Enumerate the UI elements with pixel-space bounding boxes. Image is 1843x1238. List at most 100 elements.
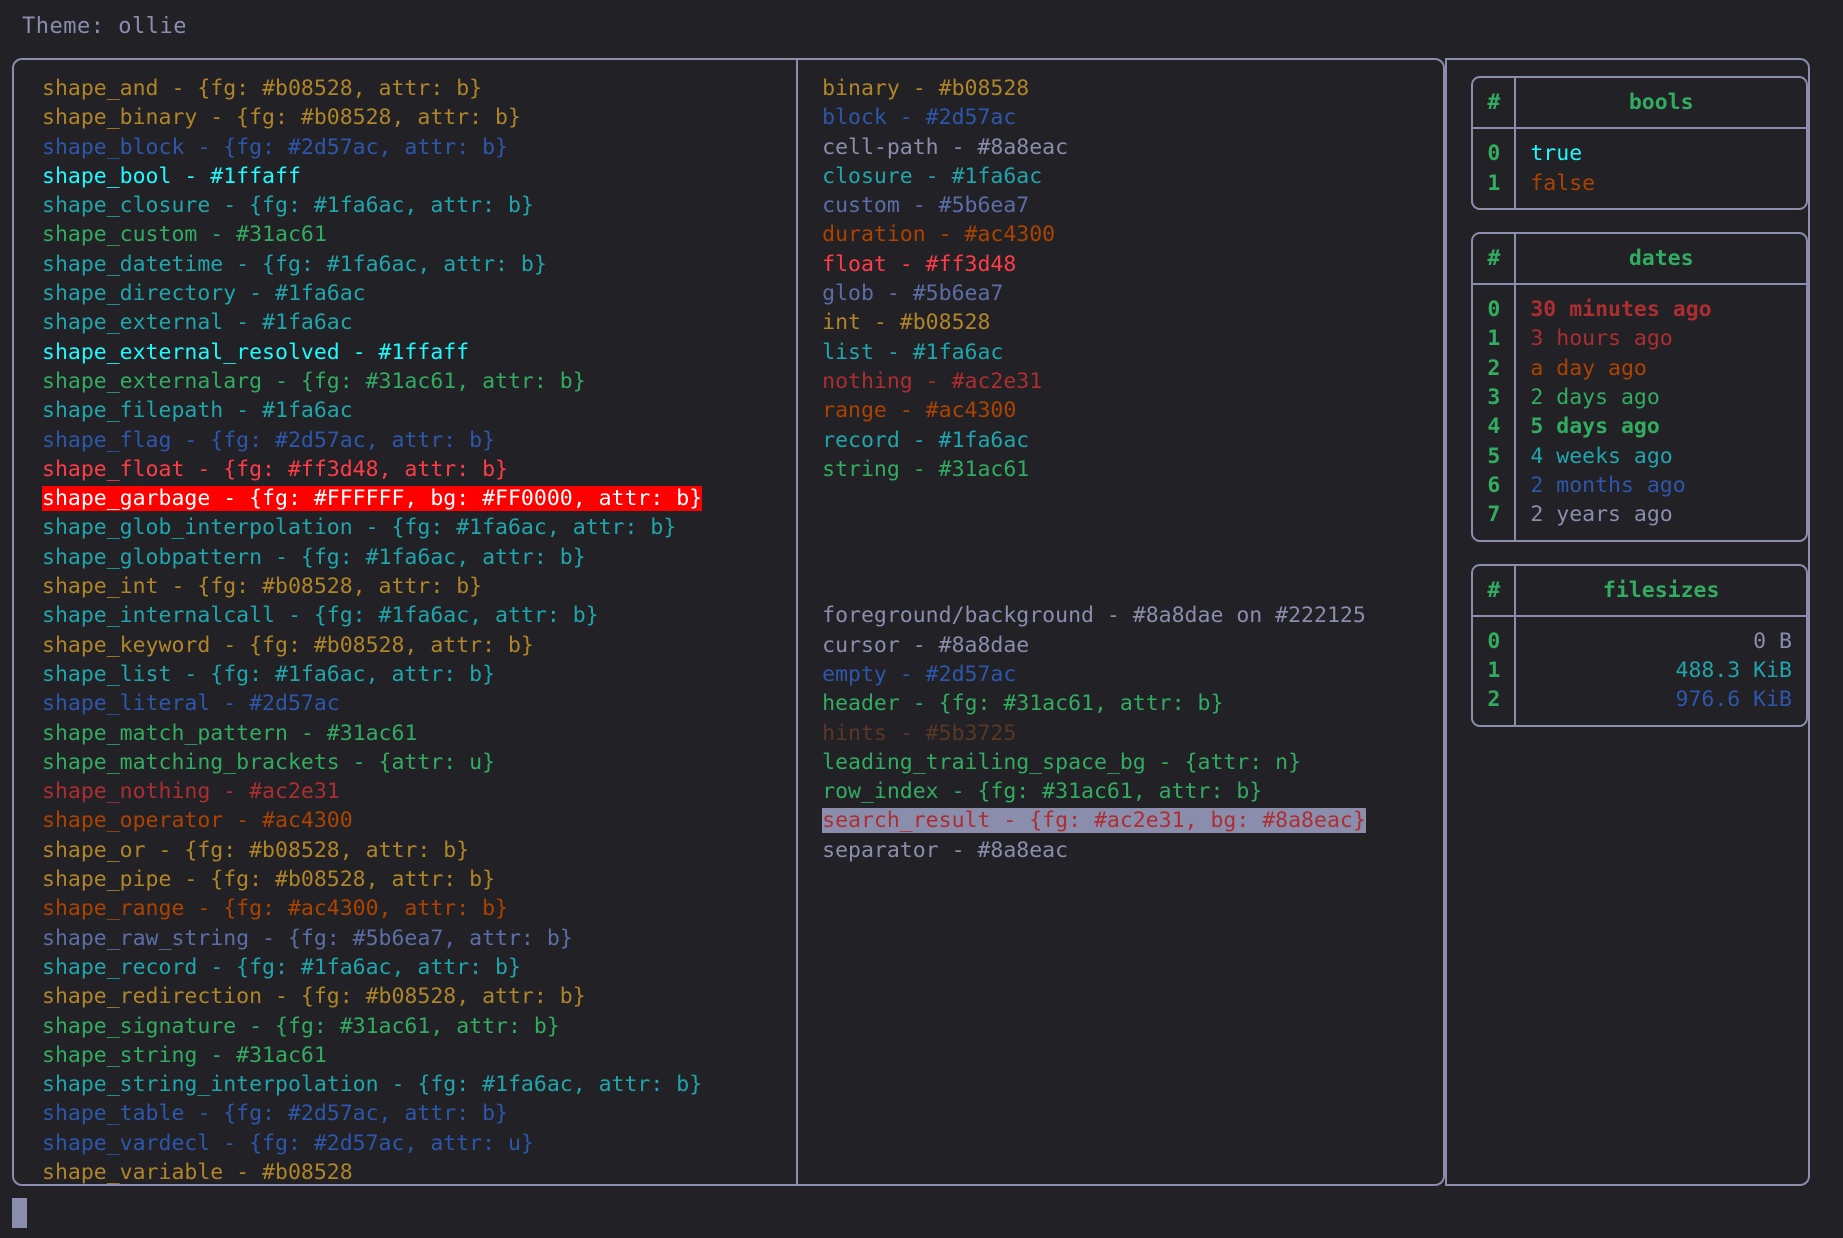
type-entry: hints - #5b3725 bbox=[822, 720, 1017, 746]
shape-entry: shape_externalarg - {fg: #31ac61, attr: … bbox=[42, 368, 586, 394]
shape-entry: shape_vardecl - {fg: #2d57ac, attr: u} bbox=[42, 1130, 534, 1156]
type-entry: separator - #8a8eac bbox=[822, 837, 1069, 863]
shape-entry: shape_matching_brackets - {attr: u} bbox=[42, 749, 496, 775]
shape-line: shape_block - {fg: #2d57ac, attr: b} bbox=[42, 133, 796, 162]
cell-index: 4 bbox=[1473, 412, 1517, 442]
type-line: record - #1fa6ac bbox=[822, 426, 1443, 455]
cell-index: 3 bbox=[1473, 383, 1517, 413]
table-bools: # bools 0 true 1 false bbox=[1471, 76, 1808, 210]
cell-index: 2 bbox=[1473, 685, 1517, 725]
type-line: header - {fg: #31ac61, attr: b} bbox=[822, 689, 1443, 718]
tables-panel: # bools 0 true 1 false # dates 0 30 minutes ago 1 3… bbox=[1447, 58, 1810, 1186]
table-row: 6 2 months ago bbox=[1473, 470, 1806, 501]
column-header-index: # bbox=[1473, 78, 1517, 130]
type-entry: list - #1fa6ac bbox=[822, 339, 1004, 365]
table-header-row: # bools bbox=[1473, 78, 1806, 130]
shape-line: shape_custom - #31ac61 bbox=[42, 220, 796, 249]
cell-value: 3 hours ago bbox=[1530, 326, 1673, 352]
shape-entry: shape_signature - {fg: #31ac61, attr: b} bbox=[42, 1013, 560, 1039]
type-entry: int - #b08528 bbox=[822, 310, 991, 336]
shape-entry: shape_list - {fg: #1fa6ac, attr: b} bbox=[42, 661, 496, 687]
cell-value: 0 B bbox=[1753, 628, 1792, 654]
shape-line: shape_binary - {fg: #b08528, attr: b} bbox=[42, 103, 796, 132]
type-entry: header - {fg: #31ac61, attr: b} bbox=[822, 691, 1224, 717]
shape-line: shape_string_interpolation - {fg: #1fa6a… bbox=[42, 1070, 796, 1099]
page-title: Theme: ollie bbox=[22, 14, 187, 39]
shape-line: shape_match_pattern - #31ac61 bbox=[42, 719, 796, 748]
shape-line: shape_or - {fg: #b08528, attr: b} bbox=[42, 836, 796, 865]
shape-line: shape_internalcall - {fg: #1fa6ac, attr:… bbox=[42, 601, 796, 630]
table-row: 2 a day ago bbox=[1473, 353, 1806, 384]
type-line: custom - #5b6ea7 bbox=[822, 191, 1443, 220]
shape-entry: shape_filepath - #1fa6ac bbox=[42, 398, 353, 424]
table-header-row: # dates bbox=[1473, 233, 1806, 286]
shape-line: shape_int - {fg: #b08528, attr: b} bbox=[42, 572, 796, 601]
shape-line: shape_variable - #b08528 bbox=[42, 1158, 796, 1187]
tables-container: # bools 0 true 1 false # dates 0 30 minutes ago 1 3… bbox=[1447, 60, 1808, 727]
shape-entry: shape_globpattern - {fg: #1fa6ac, attr: … bbox=[42, 544, 586, 570]
shape-line: shape_closure - {fg: #1fa6ac, attr: b} bbox=[42, 191, 796, 220]
shape-line: shape_nothing - #ac2e31 bbox=[42, 777, 796, 806]
type-entry: search_result - {fg: #ac2e31, bg: #8a8ea… bbox=[822, 808, 1366, 834]
type-line: search_result - {fg: #ac2e31, bg: #8a8ea… bbox=[822, 806, 1443, 835]
shape-line: shape_flag - {fg: #2d57ac, attr: b} bbox=[42, 426, 796, 455]
shape-line: shape_directory - #1fa6ac bbox=[42, 279, 796, 308]
cell-index: 5 bbox=[1473, 441, 1517, 471]
type-entry: glob - #5b6ea7 bbox=[822, 281, 1004, 307]
table-row: 2 976.6 KiB bbox=[1473, 685, 1806, 725]
type-line: binary - #b08528 bbox=[822, 74, 1443, 103]
shape-entry: shape_flag - {fg: #2d57ac, attr: b} bbox=[42, 427, 496, 453]
type-line: cursor - #8a8dae bbox=[822, 631, 1443, 660]
shape-entry: shape_record - {fg: #1fa6ac, attr: b} bbox=[42, 954, 521, 980]
shape-entry: shape_operator - #ac4300 bbox=[42, 808, 353, 834]
shape-line: shape_glob_interpolation - {fg: #1fa6ac,… bbox=[42, 513, 796, 542]
type-entry: empty - #2d57ac bbox=[822, 661, 1017, 687]
table-row: 1 488.3 KiB bbox=[1473, 656, 1806, 686]
cell-value: 2 months ago bbox=[1530, 472, 1686, 498]
type-line: row_index - {fg: #31ac61, attr: b} bbox=[822, 777, 1443, 806]
shape-line: shape_raw_string - {fg: #5b6ea7, attr: b… bbox=[42, 924, 796, 953]
terminal-screen: Theme: ollie shape_and - {fg: #b08528, a… bbox=[0, 0, 1843, 1238]
terminal-cursor bbox=[12, 1198, 27, 1228]
column-header-filesizes: filesizes bbox=[1516, 566, 1806, 617]
column-header-index: # bbox=[1473, 565, 1517, 617]
shape-line: shape_keyword - {fg: #b08528, attr: b} bbox=[42, 631, 796, 660]
shape-entry: shape_garbage - {fg: #FFFFFF, bg: #FF000… bbox=[42, 486, 703, 512]
shape-line: shape_vardecl - {fg: #2d57ac, attr: u} bbox=[42, 1129, 796, 1158]
types-panel: binary - #b08528 block - #2d57ac cell-path… bbox=[798, 58, 1446, 1186]
type-entry: string - #31ac61 bbox=[822, 456, 1030, 482]
shape-line: shape_record - {fg: #1fa6ac, attr: b} bbox=[42, 953, 796, 982]
shape-line: shape_filepath - #1fa6ac bbox=[42, 396, 796, 425]
table-dates: # dates 0 30 minutes ago 1 3 hours ago 2 a day … bbox=[1471, 231, 1808, 542]
type-line: cell-path - #8a8eac bbox=[822, 133, 1443, 162]
shape-line: shape_redirection - {fg: #b08528, attr: … bbox=[42, 982, 796, 1011]
shape-line: shape_float - {fg: #ff3d48, attr: b} bbox=[42, 455, 796, 484]
shape-line: shape_string - #31ac61 bbox=[42, 1041, 796, 1070]
shape-entry: shape_custom - #31ac61 bbox=[42, 222, 327, 248]
type-line bbox=[822, 543, 1443, 572]
type-line: closure - #1fa6ac bbox=[822, 162, 1443, 191]
type-entry: leading_trailing_space_bg - {attr: n} bbox=[822, 749, 1302, 775]
shape-line: shape_external - #1fa6ac bbox=[42, 308, 796, 337]
cell-value: 976.6 KiB bbox=[1675, 687, 1793, 713]
type-entry: foreground/background - #8a8dae on #2221… bbox=[822, 603, 1366, 629]
cell-index: 1 bbox=[1473, 324, 1517, 354]
type-entry: record - #1fa6ac bbox=[822, 427, 1030, 453]
column-header-bools: bools bbox=[1516, 78, 1806, 130]
cell-value: true bbox=[1530, 141, 1583, 167]
table-row: 0 30 minutes ago bbox=[1473, 285, 1806, 325]
type-line: list - #1fa6ac bbox=[822, 338, 1443, 367]
shape-entry: shape_binary - {fg: #b08528, attr: b} bbox=[42, 105, 521, 131]
shape-line: shape_table - {fg: #2d57ac, attr: b} bbox=[42, 1099, 796, 1128]
type-entry: range - #ac4300 bbox=[822, 398, 1017, 424]
shape-line: shape_range - {fg: #ac4300, attr: b} bbox=[42, 894, 796, 923]
shape-entry: shape_table - {fg: #2d57ac, attr: b} bbox=[42, 1101, 508, 1127]
shape-entry: shape_float - {fg: #ff3d48, attr: b} bbox=[42, 456, 508, 482]
shapes-line-list: shape_and - {fg: #b08528, attr: b} shape_… bbox=[14, 60, 796, 1187]
table-row: 0 0 B bbox=[1473, 616, 1806, 657]
type-entry: custom - #5b6ea7 bbox=[822, 193, 1030, 219]
shape-line: shape_matching_brackets - {attr: u} bbox=[42, 748, 796, 777]
shape-line: shape_pipe - {fg: #b08528, attr: b} bbox=[42, 865, 796, 894]
shape-entry: shape_closure - {fg: #1fa6ac, attr: b} bbox=[42, 193, 534, 219]
type-line: range - #ac4300 bbox=[822, 396, 1443, 425]
